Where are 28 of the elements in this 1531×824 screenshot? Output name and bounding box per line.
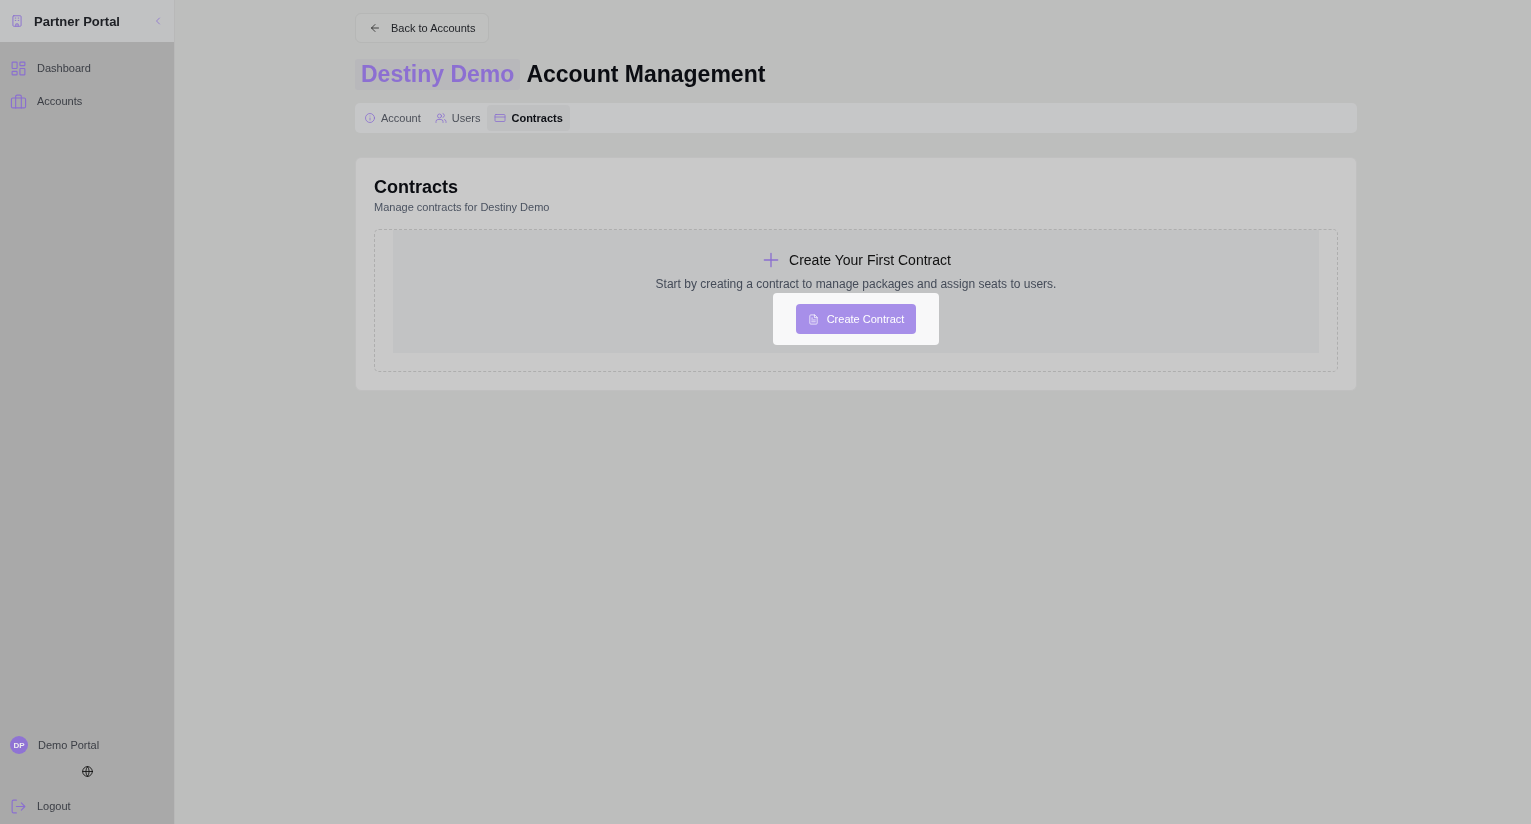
card-title: Contracts	[374, 177, 459, 198]
portal-title: Partner Portal	[34, 13, 121, 29]
card-subtitle: Manage contracts for Destiny Demo	[374, 201, 551, 213]
credit-card-icon	[494, 112, 507, 124]
grid-icon	[10, 59, 27, 77]
nav-item[interactable]: Dashboard	[0, 54, 174, 82]
page-title: Account Management	[526, 61, 766, 88]
account-name: Destiny Demo	[355, 59, 521, 90]
language-button[interactable]	[80, 765, 94, 778]
tab[interactable]: Users	[427, 105, 488, 131]
building-icon	[10, 13, 24, 29]
empty-state-title: Create Your First Contract	[789, 252, 951, 268]
back-button[interactable]: Back to Accounts	[355, 13, 490, 43]
users-icon	[434, 112, 447, 124]
nav-item[interactable]: Accounts	[0, 87, 174, 115]
avatar: DP	[10, 736, 28, 754]
briefcase-icon	[10, 92, 27, 110]
user-name: Demo Portal	[38, 739, 100, 751]
info-icon	[364, 112, 376, 124]
logout-icon	[10, 797, 27, 815]
globe-icon	[80, 765, 94, 778]
arrow-left-icon	[369, 22, 381, 34]
create-contract-button[interactable]: Create Contract	[795, 304, 917, 334]
document-icon	[807, 313, 819, 325]
tab[interactable]: Account	[357, 105, 428, 131]
logout-link[interactable]: Logout	[0, 792, 174, 820]
tab[interactable]: Contracts	[487, 105, 570, 131]
empty-state-text: Start by creating a contract to manage packages and assign seats to users.	[655, 277, 1057, 291]
